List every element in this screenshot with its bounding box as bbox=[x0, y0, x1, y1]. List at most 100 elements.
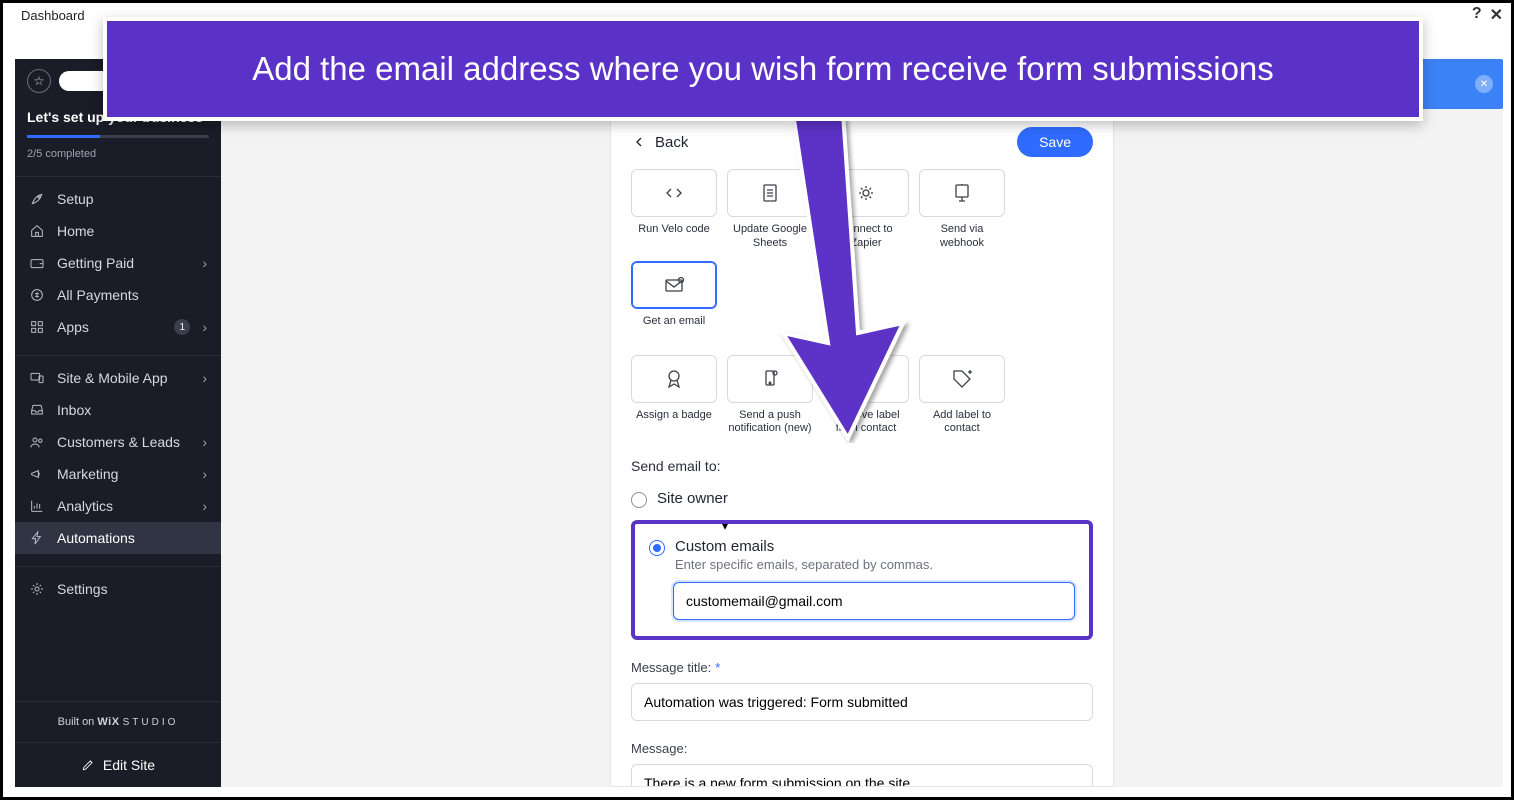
action-label: Get an email bbox=[643, 315, 705, 341]
setup-progress bbox=[27, 135, 209, 138]
tagminus-icon bbox=[823, 355, 909, 403]
close-icon[interactable]: ✕ bbox=[1490, 5, 1503, 25]
devices-icon bbox=[29, 370, 45, 386]
coin-icon bbox=[29, 287, 45, 303]
custom-email-input[interactable] bbox=[673, 582, 1075, 620]
radio-custom-emails-label: Custom emails bbox=[675, 538, 933, 555]
instructional-callout: Add the email address where you wish for… bbox=[103, 17, 1423, 121]
sidebar-item-label: Automations bbox=[57, 530, 207, 546]
sidebar-item-apps[interactable]: Apps 1 › bbox=[15, 311, 221, 343]
action-assign-a-badge[interactable]: Assign a badge bbox=[631, 355, 717, 437]
radio-site-owner-label: Site owner bbox=[657, 490, 728, 507]
badge-icon bbox=[631, 355, 717, 403]
action-label: Connect to Zapier bbox=[823, 223, 909, 251]
message-textarea[interactable] bbox=[631, 764, 1093, 787]
action-remove-label-from-contact[interactable]: Remove label from contact bbox=[823, 355, 909, 437]
mail-icon bbox=[631, 261, 717, 309]
setup-subtitle: 2/5 completed bbox=[27, 148, 209, 160]
send-email-to-label: Send email to: bbox=[631, 458, 1093, 474]
sheet-icon bbox=[727, 169, 813, 217]
main-canvas: Back Save Run Velo code Update Google She… bbox=[221, 109, 1503, 787]
sidebar-item-label: Customers & Leads bbox=[57, 434, 190, 450]
browser-tab[interactable]: Dashboard bbox=[15, 6, 91, 25]
push-icon bbox=[727, 355, 813, 403]
pencil-icon bbox=[81, 758, 95, 772]
notification-close-icon[interactable]: ✕ bbox=[1475, 75, 1493, 93]
sidebar-item-label: Apps bbox=[57, 319, 162, 335]
built-on-label: Built on WiX STUDIO bbox=[15, 701, 221, 742]
radio-custom-emails-sub: Enter specific emails, separated by comm… bbox=[675, 557, 933, 572]
custom-emails-highlight: Custom emails Enter specific emails, sep… bbox=[631, 520, 1093, 640]
code-icon bbox=[631, 169, 717, 217]
sidebar-item-site-mobile-app[interactable]: Site & Mobile App › bbox=[15, 362, 221, 394]
home-icon bbox=[29, 223, 45, 239]
sidebar-item-label: Getting Paid bbox=[57, 255, 190, 271]
gear-icon bbox=[29, 581, 45, 597]
sidebar-item-label: Inbox bbox=[57, 402, 207, 418]
callout-text: Add the email address where you wish for… bbox=[252, 50, 1274, 88]
action-label: Run Velo code bbox=[638, 223, 710, 249]
sidebar-item-home[interactable]: Home bbox=[15, 215, 221, 247]
action-update-google-sheets[interactable]: Update Google Sheets bbox=[727, 169, 813, 251]
inbox-icon bbox=[29, 402, 45, 418]
action-add-label-to-contact[interactable]: Add label to contact bbox=[919, 355, 1005, 437]
action-label: Assign a badge bbox=[636, 409, 712, 435]
rocket-icon bbox=[29, 191, 45, 207]
sidebar-item-inbox[interactable]: Inbox bbox=[15, 394, 221, 426]
radio-icon[interactable] bbox=[631, 492, 647, 508]
action-get-an-email[interactable]: Get an email bbox=[631, 261, 717, 341]
action-label: Send via webhook bbox=[919, 223, 1005, 251]
sidebar-item-label: Marketing bbox=[57, 466, 190, 482]
cursor-icon: ▾ bbox=[722, 519, 728, 533]
arrow-left-icon bbox=[631, 134, 647, 150]
wallet-icon bbox=[29, 255, 45, 271]
save-button[interactable]: Save bbox=[1017, 127, 1093, 157]
sidebar-item-label: Analytics bbox=[57, 498, 190, 514]
help-icon[interactable]: ? bbox=[1472, 5, 1482, 25]
sidebar-item-settings[interactable]: Settings bbox=[15, 573, 221, 605]
sidebar-item-label: Site & Mobile App bbox=[57, 370, 190, 386]
sidebar-item-label: Setup bbox=[57, 191, 207, 207]
message-title-label: Message title:* bbox=[631, 660, 1093, 675]
tagplus-icon bbox=[919, 355, 1005, 403]
radio-custom-emails[interactable]: Custom emails Enter specific emails, sep… bbox=[649, 538, 1075, 572]
sidebar: ☆ Let's set up your business 2/5 complet… bbox=[15, 59, 221, 787]
chevron-right-icon: › bbox=[202, 370, 207, 386]
back-button[interactable]: Back bbox=[631, 134, 688, 151]
sidebar-item-automations[interactable]: Automations bbox=[15, 522, 221, 554]
message-title-input[interactable] bbox=[631, 683, 1093, 721]
action-label: Remove label from contact bbox=[823, 409, 909, 437]
radio-site-owner[interactable]: Site owner bbox=[631, 484, 1093, 514]
chart-icon bbox=[29, 498, 45, 514]
sidebar-item-analytics[interactable]: Analytics › bbox=[15, 490, 221, 522]
sidebar-item-label: Settings bbox=[57, 581, 207, 597]
action-send-a-push-notification-new-[interactable]: Send a push notification (new) bbox=[727, 355, 813, 437]
sidebar-item-getting-paid[interactable]: Getting Paid› bbox=[15, 247, 221, 279]
action-run-velo-code[interactable]: Run Velo code bbox=[631, 169, 717, 251]
radio-icon[interactable] bbox=[649, 540, 665, 556]
sidebar-item-setup[interactable]: Setup bbox=[15, 183, 221, 215]
sidebar-item-marketing[interactable]: Marketing › bbox=[15, 458, 221, 490]
sidebar-item-label: All Payments bbox=[57, 287, 207, 303]
action-label: Add label to contact bbox=[919, 409, 1005, 437]
megaphone-icon bbox=[29, 466, 45, 482]
zap-icon bbox=[823, 169, 909, 217]
chevron-right-icon: › bbox=[202, 319, 207, 335]
sidebar-item-customers-leads[interactable]: Customers & Leads › bbox=[15, 426, 221, 458]
action-send-via-webhook[interactable]: Send via webhook bbox=[919, 169, 1005, 251]
message-label: Message: bbox=[631, 741, 1093, 756]
chevron-right-icon: › bbox=[202, 434, 207, 450]
bolt-icon bbox=[29, 530, 45, 546]
star-icon[interactable]: ☆ bbox=[27, 69, 51, 93]
action-label: Update Google Sheets bbox=[727, 223, 813, 251]
action-label: Send a push notification (new) bbox=[727, 409, 813, 437]
grid-icon bbox=[29, 319, 45, 335]
chevron-right-icon: › bbox=[202, 466, 207, 482]
nav-badge: 1 bbox=[174, 319, 190, 335]
sidebar-item-all-payments[interactable]: All Payments bbox=[15, 279, 221, 311]
automation-panel: Back Save Run Velo code Update Google She… bbox=[610, 109, 1114, 787]
action-connect-to-zapier[interactable]: Connect to Zapier bbox=[823, 169, 909, 251]
people-icon bbox=[29, 434, 45, 450]
edit-site-button[interactable]: Edit Site bbox=[15, 742, 221, 787]
chevron-right-icon: › bbox=[202, 498, 207, 514]
